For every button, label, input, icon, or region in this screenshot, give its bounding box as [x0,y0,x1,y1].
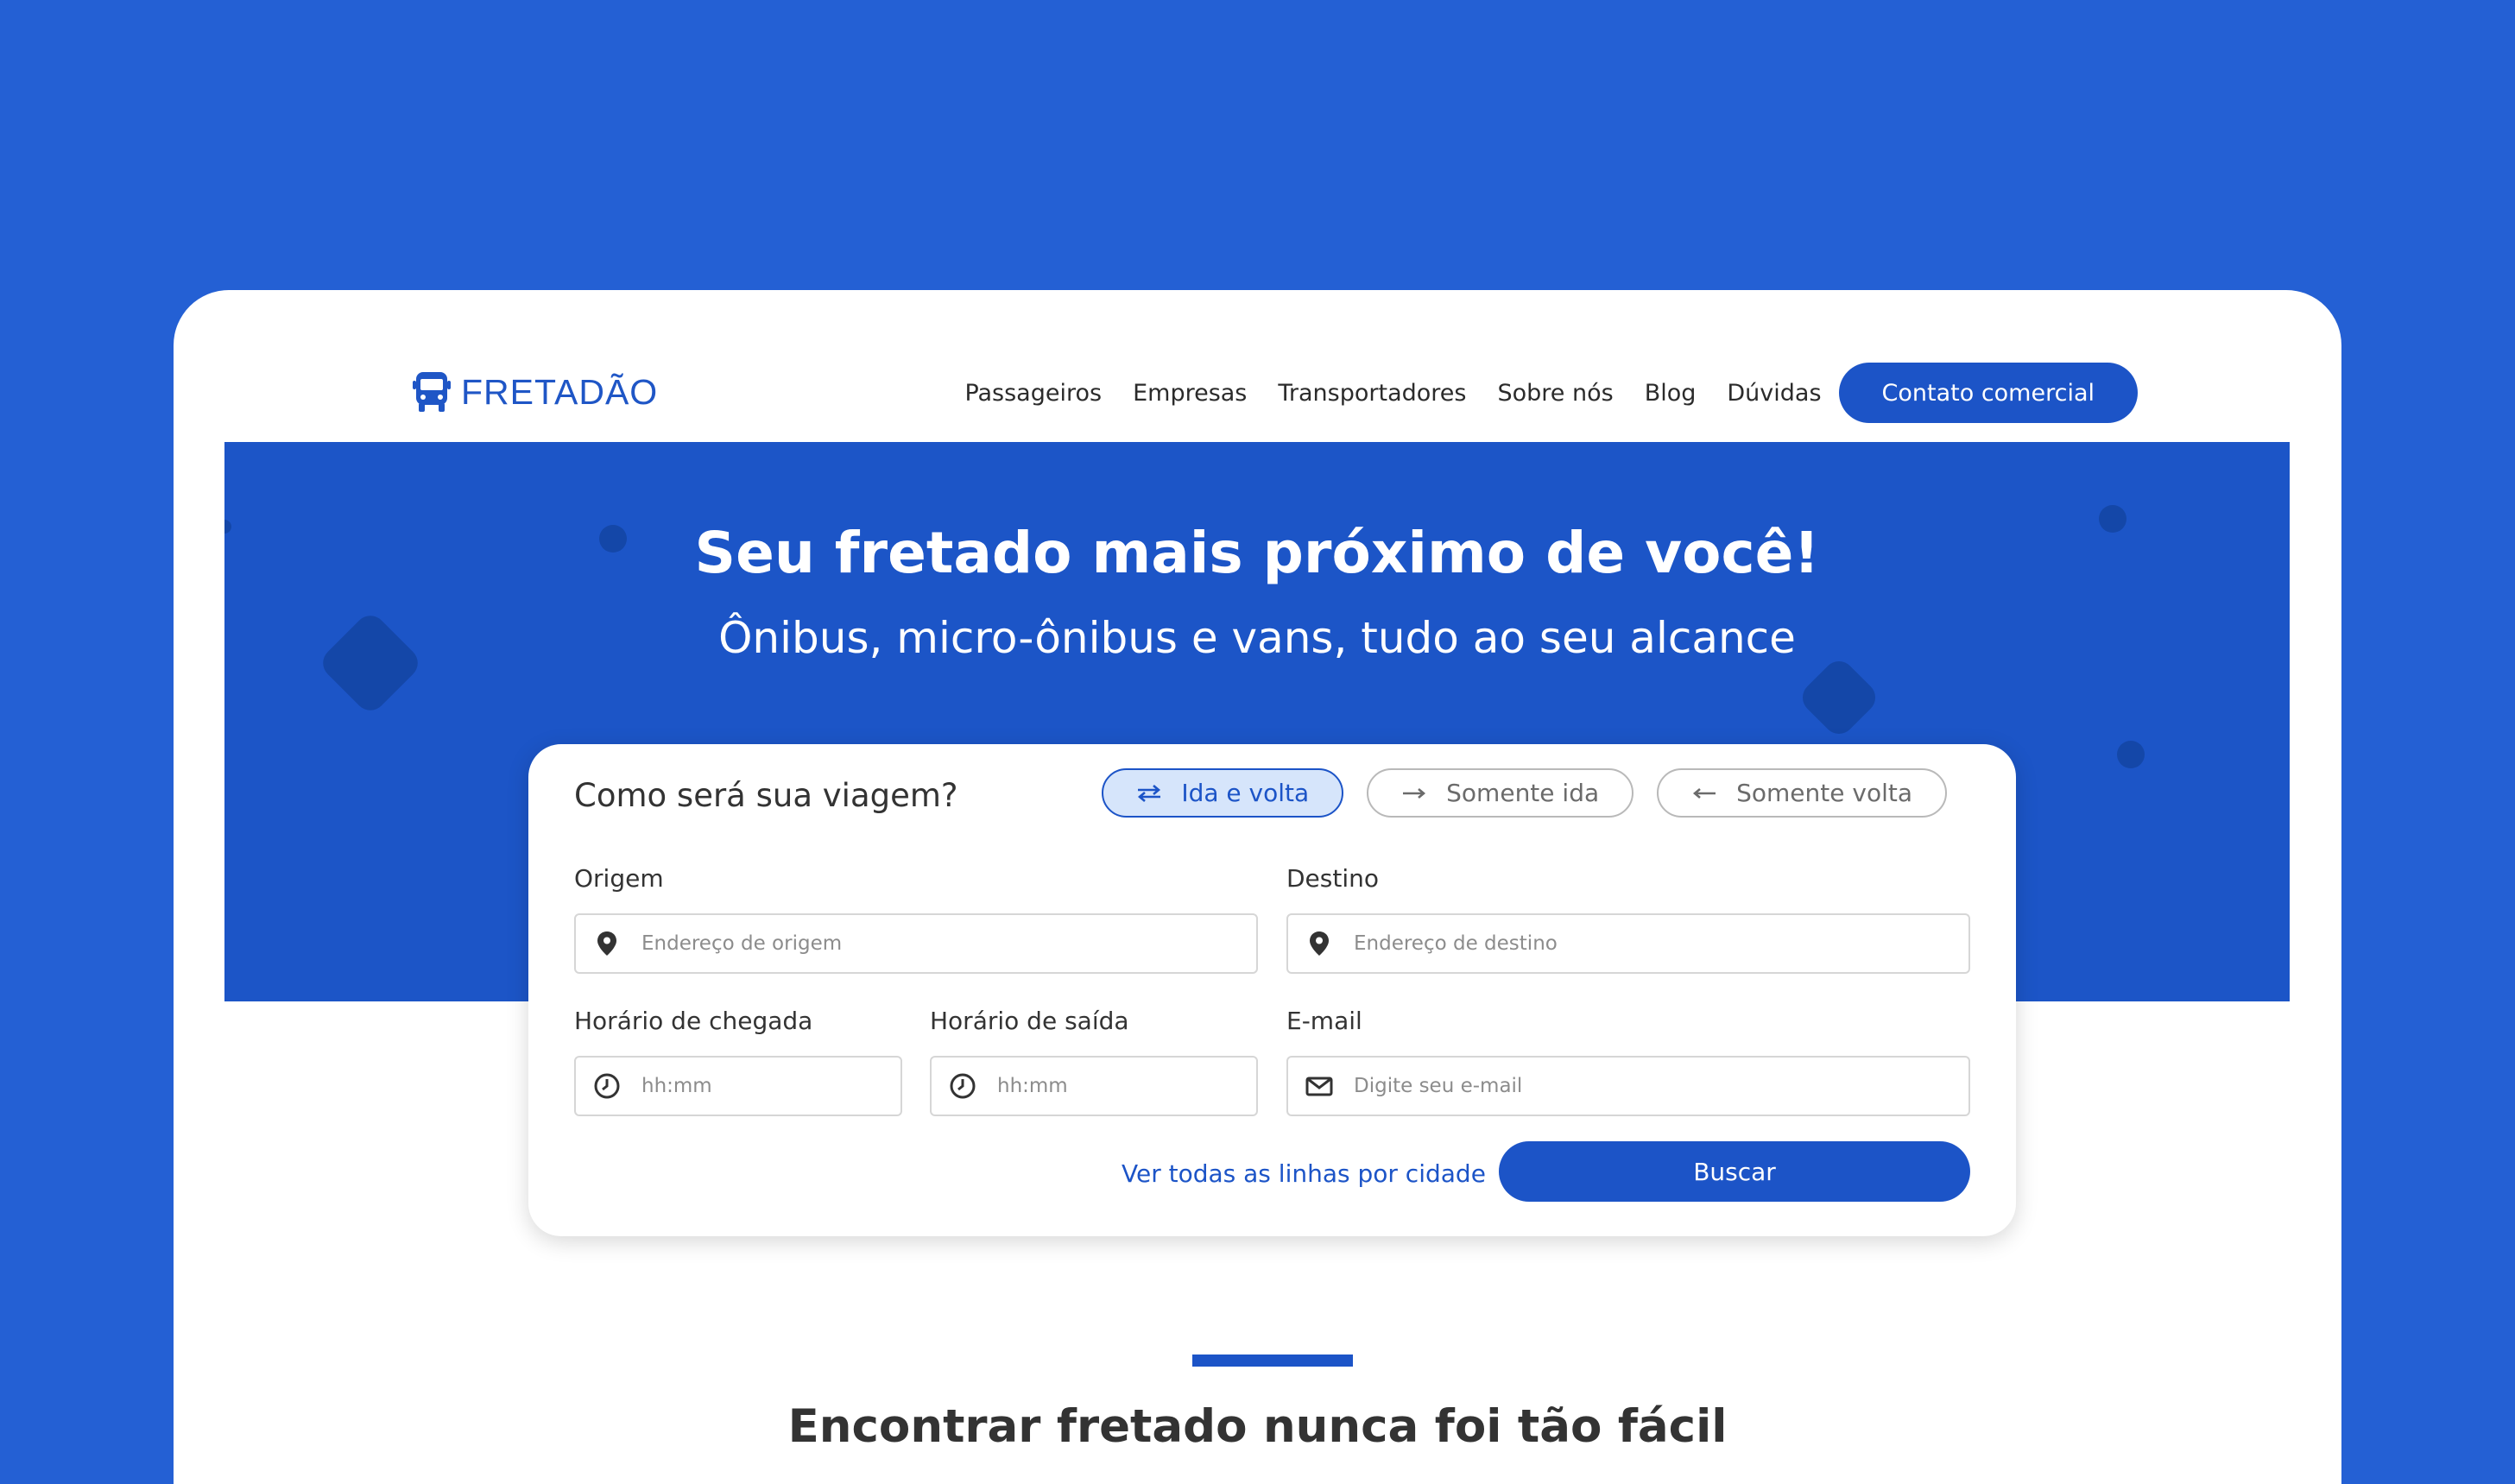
swap-arrows-icon [1138,784,1161,802]
email-input[interactable] [1354,1075,1968,1097]
all-lines-link[interactable]: Ver todas as linhas por cidade [1122,1159,1486,1188]
section-accent-bar [1192,1355,1353,1367]
trip-option-label: Somente ida [1446,779,1600,807]
brand-logo[interactable]: FRETADÃO [411,370,658,414]
departure-time-input[interactable] [997,1075,1256,1097]
bus-icon [413,372,451,412]
origin-field[interactable] [574,913,1258,974]
nav-link-duvidas[interactable]: Dúvidas [1727,380,1821,407]
departure-time-label: Horário de saída [930,1007,1129,1035]
hero-title: Seu fretado mais próximo de você! [694,520,1820,586]
nav-link-transportadores[interactable]: Transportadores [1278,380,1466,407]
trip-option-return-only[interactable]: Somente volta [1657,768,1947,818]
trip-option-label: Ida e volta [1181,779,1310,807]
trip-option-one-way[interactable]: Somente ida [1367,768,1634,818]
destination-field[interactable] [1286,913,1970,974]
origin-label: Origem [574,864,664,893]
arrow-right-icon [1403,787,1426,799]
nav-link-sobre-nos[interactable]: Sobre nós [1497,380,1613,407]
origin-input[interactable] [641,932,1256,955]
clock-icon [950,1073,976,1099]
trip-option-label: Somente volta [1736,779,1912,807]
nav-link-passageiros[interactable]: Passageiros [964,380,1102,407]
nav-link-blog[interactable]: Blog [1645,380,1697,407]
arrival-time-input[interactable] [641,1075,900,1097]
arrival-time-label: Horário de chegada [574,1007,813,1035]
trip-search-card: Como será sua viagem? Ida e volta Soment… [528,744,2016,1236]
clock-icon [594,1073,620,1099]
envelope-icon [1305,1077,1333,1096]
map-pin-icon [1310,931,1329,956]
destination-input[interactable] [1354,932,1968,955]
search-button[interactable]: Buscar [1499,1141,1970,1202]
arrow-left-icon [1693,787,1716,799]
departure-time-field[interactable] [930,1056,1258,1116]
contact-sales-button[interactable]: Contato comercial [1838,363,2138,423]
hero-subtitle: Ônibus, micro-ônibus e vans, tudo ao seu… [718,613,1796,663]
trip-option-round-trip[interactable]: Ida e volta [1102,768,1344,818]
browser-frame: FRETADÃO Passageiros Empresas Transporta… [174,290,2341,1484]
destination-label: Destino [1286,864,1380,893]
decorative-diamond [1796,654,1882,741]
trip-type-selector: Ida e volta Somente ida Somente volta [1102,768,1947,818]
trip-search-heading: Como será sua viagem? [574,777,958,814]
email-field[interactable] [1286,1056,1970,1116]
main-nav: Passageiros Empresas Transportadores Sob… [964,363,2138,423]
section-title: Encontrar fretado nunca foi tão fácil [787,1400,1728,1453]
nav-link-empresas[interactable]: Empresas [1133,380,1247,407]
decorative-dot [2117,741,2145,768]
email-label: E-mail [1286,1007,1362,1035]
arrival-time-field[interactable] [574,1056,902,1116]
brand-name: FRETADÃO [461,371,659,412]
map-pin-icon [597,931,616,956]
